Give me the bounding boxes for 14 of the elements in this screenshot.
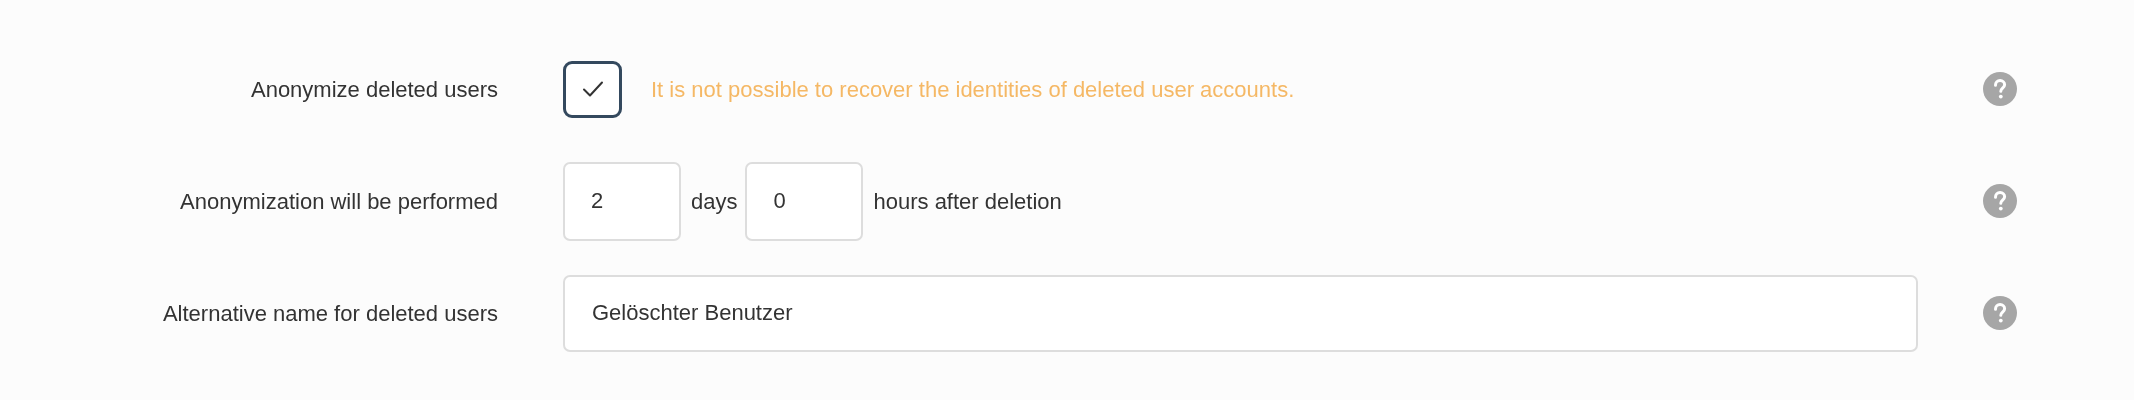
days-field[interactable]: 2 — [563, 161, 681, 241]
hours-field[interactable]: 0 — [745, 161, 864, 241]
unit-label: days — [691, 187, 738, 216]
warning-text: It is not possible to recover the identities of deleted user accounts. — [651, 75, 1295, 104]
help-icon[interactable] — [1983, 184, 2017, 218]
setting-label: Anonymize deleted users — [249, 75, 498, 104]
check-icon — [581, 80, 604, 98]
help-icon[interactable] — [1983, 72, 2017, 106]
help-icon[interactable] — [1983, 296, 2017, 330]
checkbox[interactable] — [563, 60, 622, 118]
setting-label: Anonymization will be performed — [179, 187, 498, 216]
text-field[interactable]: Gelöschter Benutzer — [563, 274, 1918, 352]
unit-label: hours after deletion — [873, 187, 1062, 216]
setting-label: Alternative name for deleted users — [161, 299, 498, 328]
